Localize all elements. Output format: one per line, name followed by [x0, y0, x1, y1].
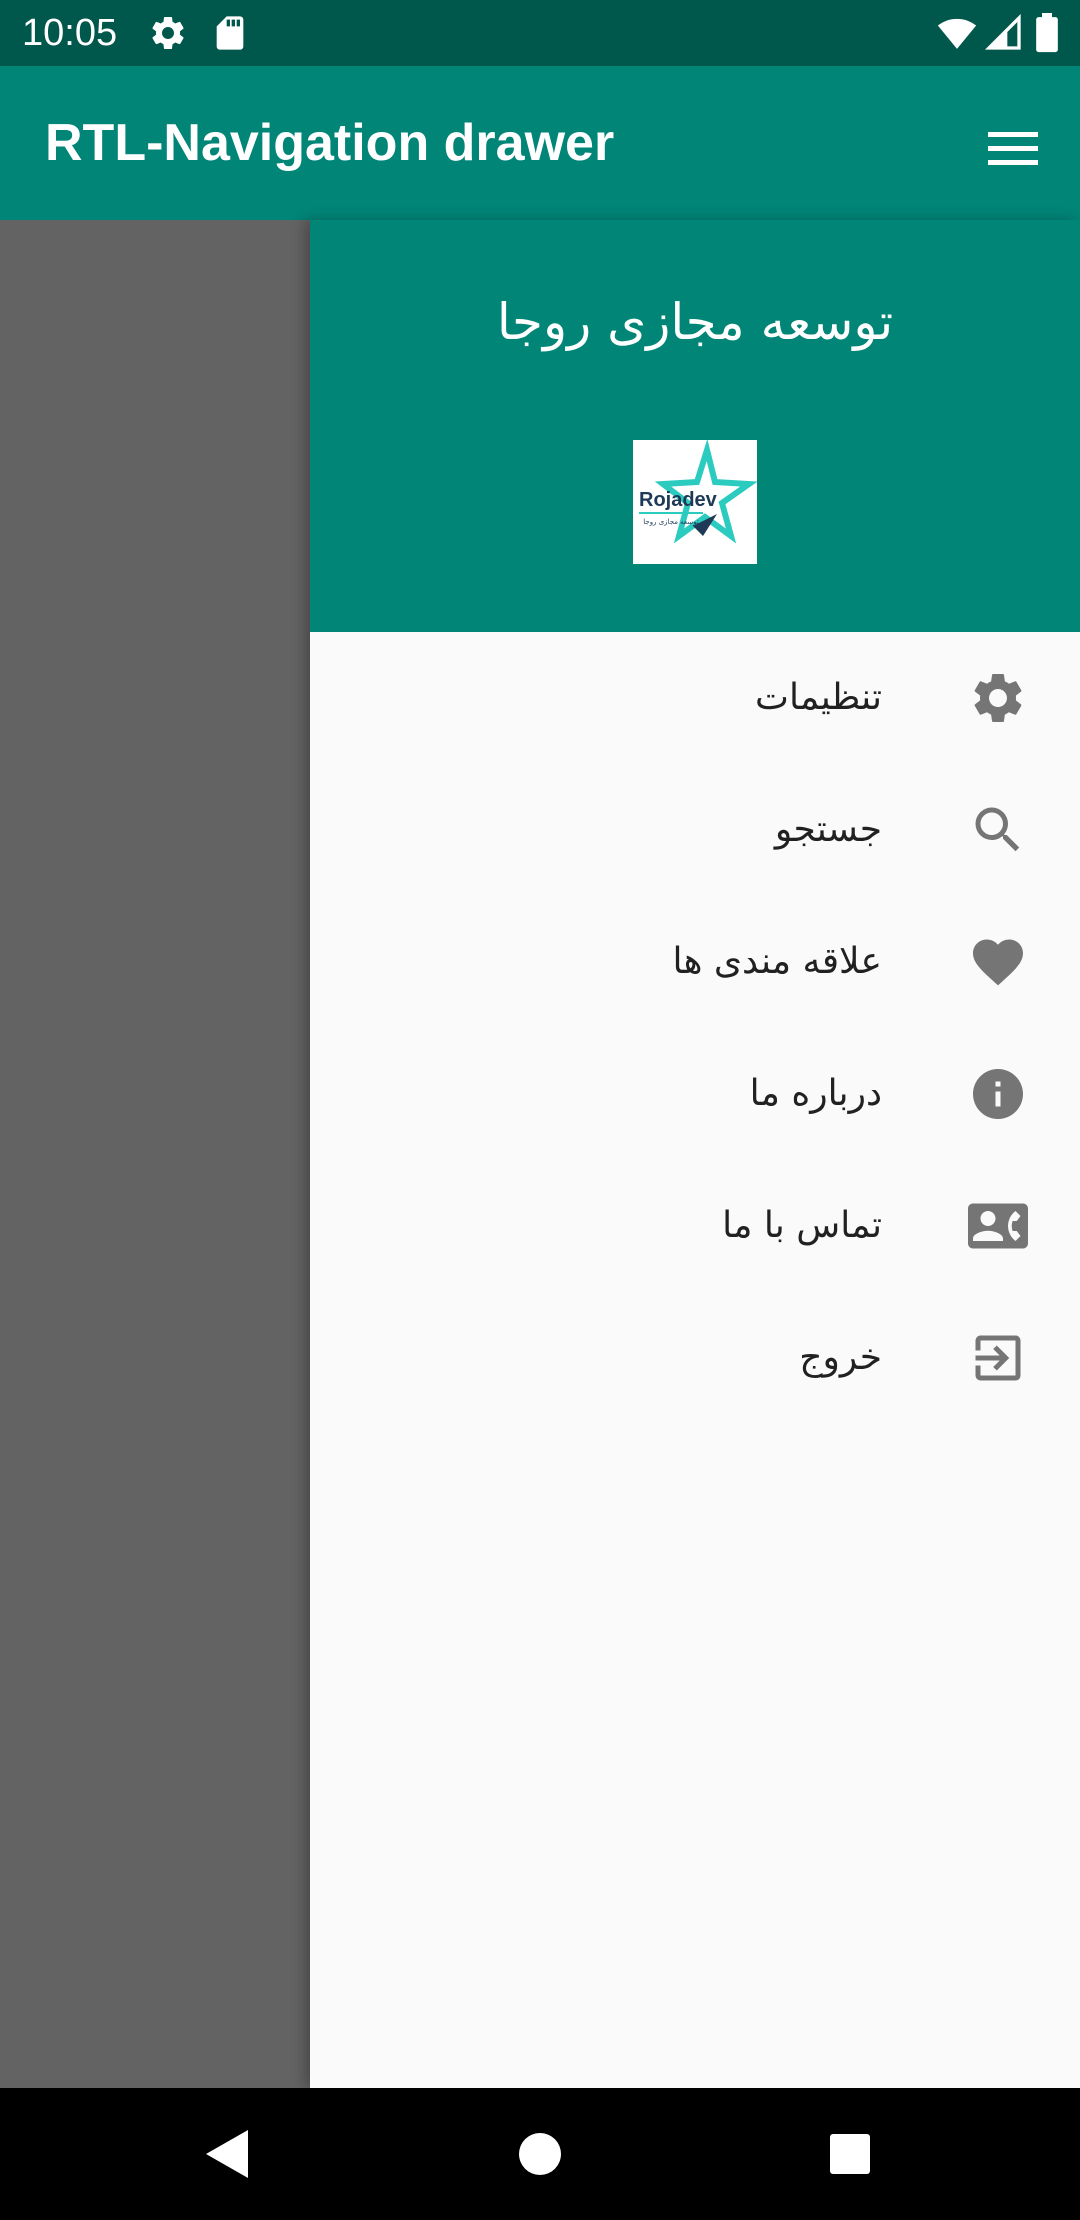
wifi-icon: [936, 13, 978, 53]
sd-card-icon: [210, 13, 250, 53]
menu-item-label: جستجو: [774, 809, 882, 850]
system-nav-bar: [0, 2088, 1080, 2220]
battery-icon: [1032, 13, 1062, 53]
hamburger-menu-icon[interactable]: [980, 120, 1046, 176]
status-time: 10:05: [22, 12, 118, 54]
drawer-scrim[interactable]: [0, 220, 310, 2088]
menu-item-label: تنظیمات: [755, 677, 882, 718]
home-icon[interactable]: [510, 2124, 570, 2184]
menu-item-contact[interactable]: تماس با ما: [310, 1160, 1080, 1292]
logo-subtext: توسعه مجازی روجا: [643, 518, 699, 526]
contact-phone-icon: [968, 1196, 1028, 1256]
heart-icon: [968, 932, 1028, 992]
signal-icon: [984, 13, 1024, 53]
menu-item-exit[interactable]: خروج: [310, 1292, 1080, 1424]
status-bar: 10:05: [0, 0, 1080, 66]
menu-item-favorites[interactable]: علاقه مندی ها: [310, 896, 1080, 1028]
recents-icon[interactable]: [820, 2124, 880, 2184]
rojadev-logo: Rojadev توسعه مجازی روجا: [633, 438, 758, 564]
menu-item-search[interactable]: جستجو: [310, 764, 1080, 896]
menu-item-label: درباره ما: [749, 1073, 882, 1114]
gear-icon: [968, 668, 1028, 728]
drawer-header: توسعه مجازی روجا Rojadev توسعه مجازی روج…: [310, 220, 1080, 632]
menu-item-settings[interactable]: تنظیمات: [310, 632, 1080, 764]
settings-icon: [148, 13, 188, 53]
menu-item-label: علاقه مندی ها: [672, 941, 882, 982]
menu-item-label: خروج: [799, 1337, 882, 1378]
toolbar-title: RTL-Navigation drawer: [45, 114, 615, 172]
search-icon: [968, 800, 1028, 860]
exit-icon: [968, 1328, 1028, 1388]
info-icon: [968, 1064, 1028, 1124]
app-toolbar: RTL-Navigation drawer: [0, 66, 1080, 220]
drawer-header-title: توسعه مجازی روجا: [496, 293, 894, 351]
back-icon[interactable]: [196, 2124, 256, 2184]
screen: 10:05 RTL-Navigation drawer توسعه مجازی …: [0, 0, 1080, 2220]
logo-text: Rojadev: [639, 489, 718, 511]
menu-item-label: تماس با ما: [722, 1205, 882, 1246]
menu-item-about[interactable]: درباره ما: [310, 1028, 1080, 1160]
navigation-drawer: توسعه مجازی روجا Rojadev توسعه مجازی روج…: [310, 220, 1080, 2088]
